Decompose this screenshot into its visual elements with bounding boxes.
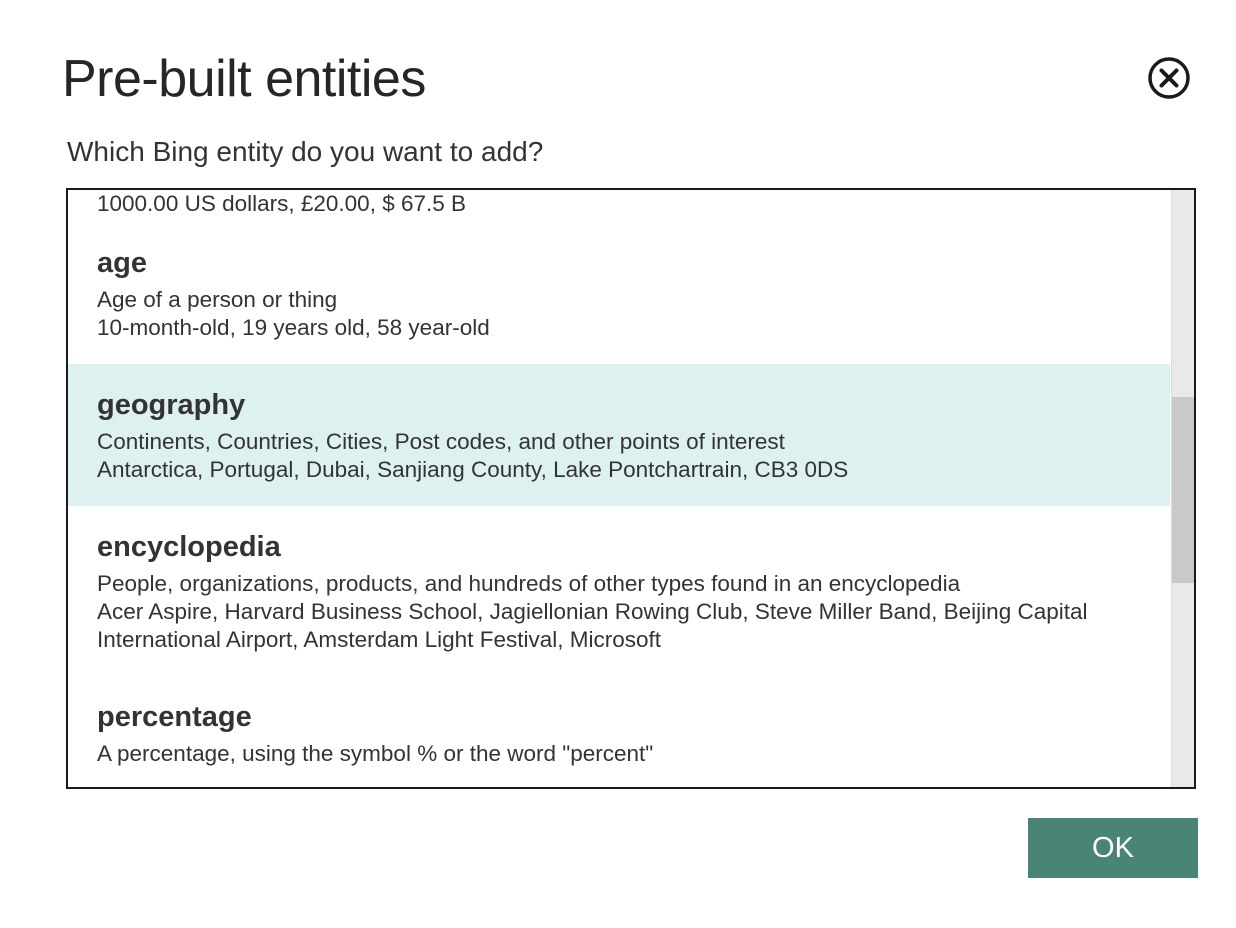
- list-item-geography[interactable]: geography Continents, Countries, Cities,…: [68, 364, 1170, 506]
- pre-built-entities-dialog: Pre-built entities Which Bing entity do …: [0, 0, 1236, 928]
- list-item-percentage[interactable]: percentage A percentage, using the symbo…: [68, 676, 1170, 787]
- list-item-encyclopedia[interactable]: encyclopedia People, organizations, prod…: [68, 506, 1170, 676]
- entity-name: age: [97, 247, 147, 279]
- entity-name: encyclopedia: [97, 531, 281, 563]
- entity-list[interactable]: 1000.00 US dollars, £20.00, $ 67.5 B age…: [66, 188, 1196, 789]
- entity-description: A percentage, using the symbol % or the …: [97, 741, 654, 766]
- list-item-currency[interactable]: 1000.00 US dollars, £20.00, $ 67.5 B: [68, 190, 1170, 222]
- dialog-title: Pre-built entities: [62, 50, 426, 108]
- entity-prompt: Which Bing entity do you want to add?: [67, 136, 544, 167]
- entity-name: geography: [97, 389, 246, 421]
- entity-description: People, organizations, products, and hun…: [97, 571, 961, 596]
- scrollbar[interactable]: [1171, 190, 1194, 787]
- entity-examples: Antarctica, Portugal, Dubai, Sanjiang Co…: [97, 457, 849, 482]
- entity-examples: 1000.00 US dollars, £20.00, $ 67.5 B: [97, 191, 467, 216]
- close-icon[interactable]: [1146, 55, 1192, 101]
- entity-list-content: 1000.00 US dollars, £20.00, $ 67.5 B age…: [68, 190, 1170, 787]
- entity-examples: Acer Aspire, Harvard Business School, Ja…: [97, 599, 1088, 652]
- entity-examples: 10-month-old, 19 years old, 58 year-old: [97, 315, 490, 340]
- entity-description: Age of a person or thing: [97, 287, 338, 312]
- entity-name: percentage: [97, 701, 252, 733]
- entity-description: Continents, Countries, Cities, Post code…: [97, 429, 785, 454]
- list-item-age[interactable]: age Age of a person or thing 10-month-ol…: [68, 222, 1170, 364]
- ok-button[interactable]: OK: [1028, 818, 1198, 878]
- scrollbar-thumb[interactable]: [1172, 397, 1194, 583]
